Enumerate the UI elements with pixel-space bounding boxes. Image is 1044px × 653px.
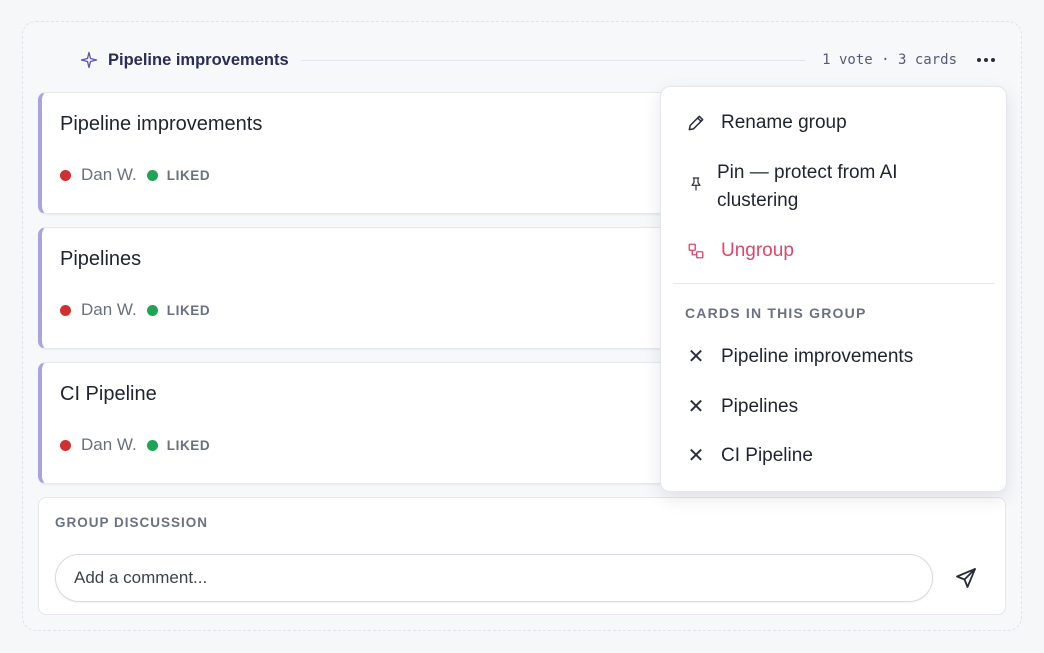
pencil-icon [685, 112, 707, 134]
card-title: Pipeline improvements [60, 113, 263, 135]
ungroup-icon [685, 240, 707, 262]
group-card-label: Pipeline improvements [721, 346, 914, 367]
author-dot [60, 304, 71, 316]
pin-group-item[interactable]: Pin — protect from AI clustering [661, 159, 1006, 215]
group-card-label: Pipelines [721, 396, 799, 417]
card-title: CI Pipeline [60, 383, 157, 405]
card[interactable]: CI Pipeline Dan W. LIKED [38, 362, 688, 484]
card-meta: Dan W. LIKED [60, 165, 210, 185]
pin-icon [685, 173, 707, 195]
card[interactable]: Pipeline improvements Dan W. LIKED [38, 92, 688, 214]
card-author: Dan W. [81, 165, 137, 184]
pin-group-label: Pin — protect from AI clustering [717, 162, 898, 211]
close-icon: ✕ [687, 346, 705, 368]
rename-group-label: Rename group [721, 112, 847, 133]
reaction-dot [146, 304, 158, 316]
reaction-dot [146, 169, 158, 181]
send-icon [956, 568, 976, 588]
group-card-label: CI Pipeline [721, 445, 813, 466]
group-header: Pipeline improvements 1 vote · 3 cards [80, 46, 997, 74]
card-reaction: LIKED [166, 167, 211, 183]
card-meta: Dan W. LIKED [60, 300, 210, 320]
cards-section-label: CARDS IN THIS GROUP [685, 305, 867, 321]
card-meta: Dan W. LIKED [60, 435, 210, 455]
card-author: Dan W. [81, 300, 137, 319]
sparkle-icon [80, 51, 98, 69]
header-divider [300, 59, 807, 61]
card-reaction: LIKED [166, 302, 211, 318]
rename-group-item[interactable]: Rename group [661, 109, 1006, 137]
menu-divider [673, 283, 994, 284]
ungroup-item[interactable]: Ungroup [661, 237, 1006, 265]
group-panel: Pipeline improvements 1 vote · 3 cards P… [22, 21, 1022, 631]
discussion-label: GROUP DISCUSSION [55, 515, 209, 530]
remove-card-item[interactable]: ✕ CI Pipeline [661, 442, 1006, 470]
group-options-menu: Rename group Pin — protect from AI clust… [660, 86, 1007, 492]
card-reaction: LIKED [166, 437, 211, 453]
group-discussion: GROUP DISCUSSION [38, 497, 1006, 615]
close-icon: ✕ [687, 396, 705, 418]
card-author: Dan W. [81, 435, 137, 454]
remove-card-item[interactable]: ✕ Pipeline improvements [661, 343, 1006, 371]
card-title: Pipelines [60, 248, 142, 270]
ungroup-label: Ungroup [721, 240, 794, 261]
more-options-button[interactable] [975, 54, 997, 66]
send-button[interactable] [954, 566, 978, 590]
group-title[interactable]: Pipeline improvements [108, 51, 289, 70]
more-horizontal-icon [977, 58, 981, 62]
remove-card-item[interactable]: ✕ Pipelines [661, 393, 1006, 421]
reaction-dot [146, 439, 158, 451]
author-dot [60, 439, 71, 451]
close-icon: ✕ [687, 445, 705, 467]
group-meta: 1 vote · 3 cards [822, 52, 957, 68]
card[interactable]: Pipelines Dan W. LIKED [38, 227, 688, 349]
author-dot [60, 169, 71, 181]
comment-input[interactable] [55, 554, 933, 602]
